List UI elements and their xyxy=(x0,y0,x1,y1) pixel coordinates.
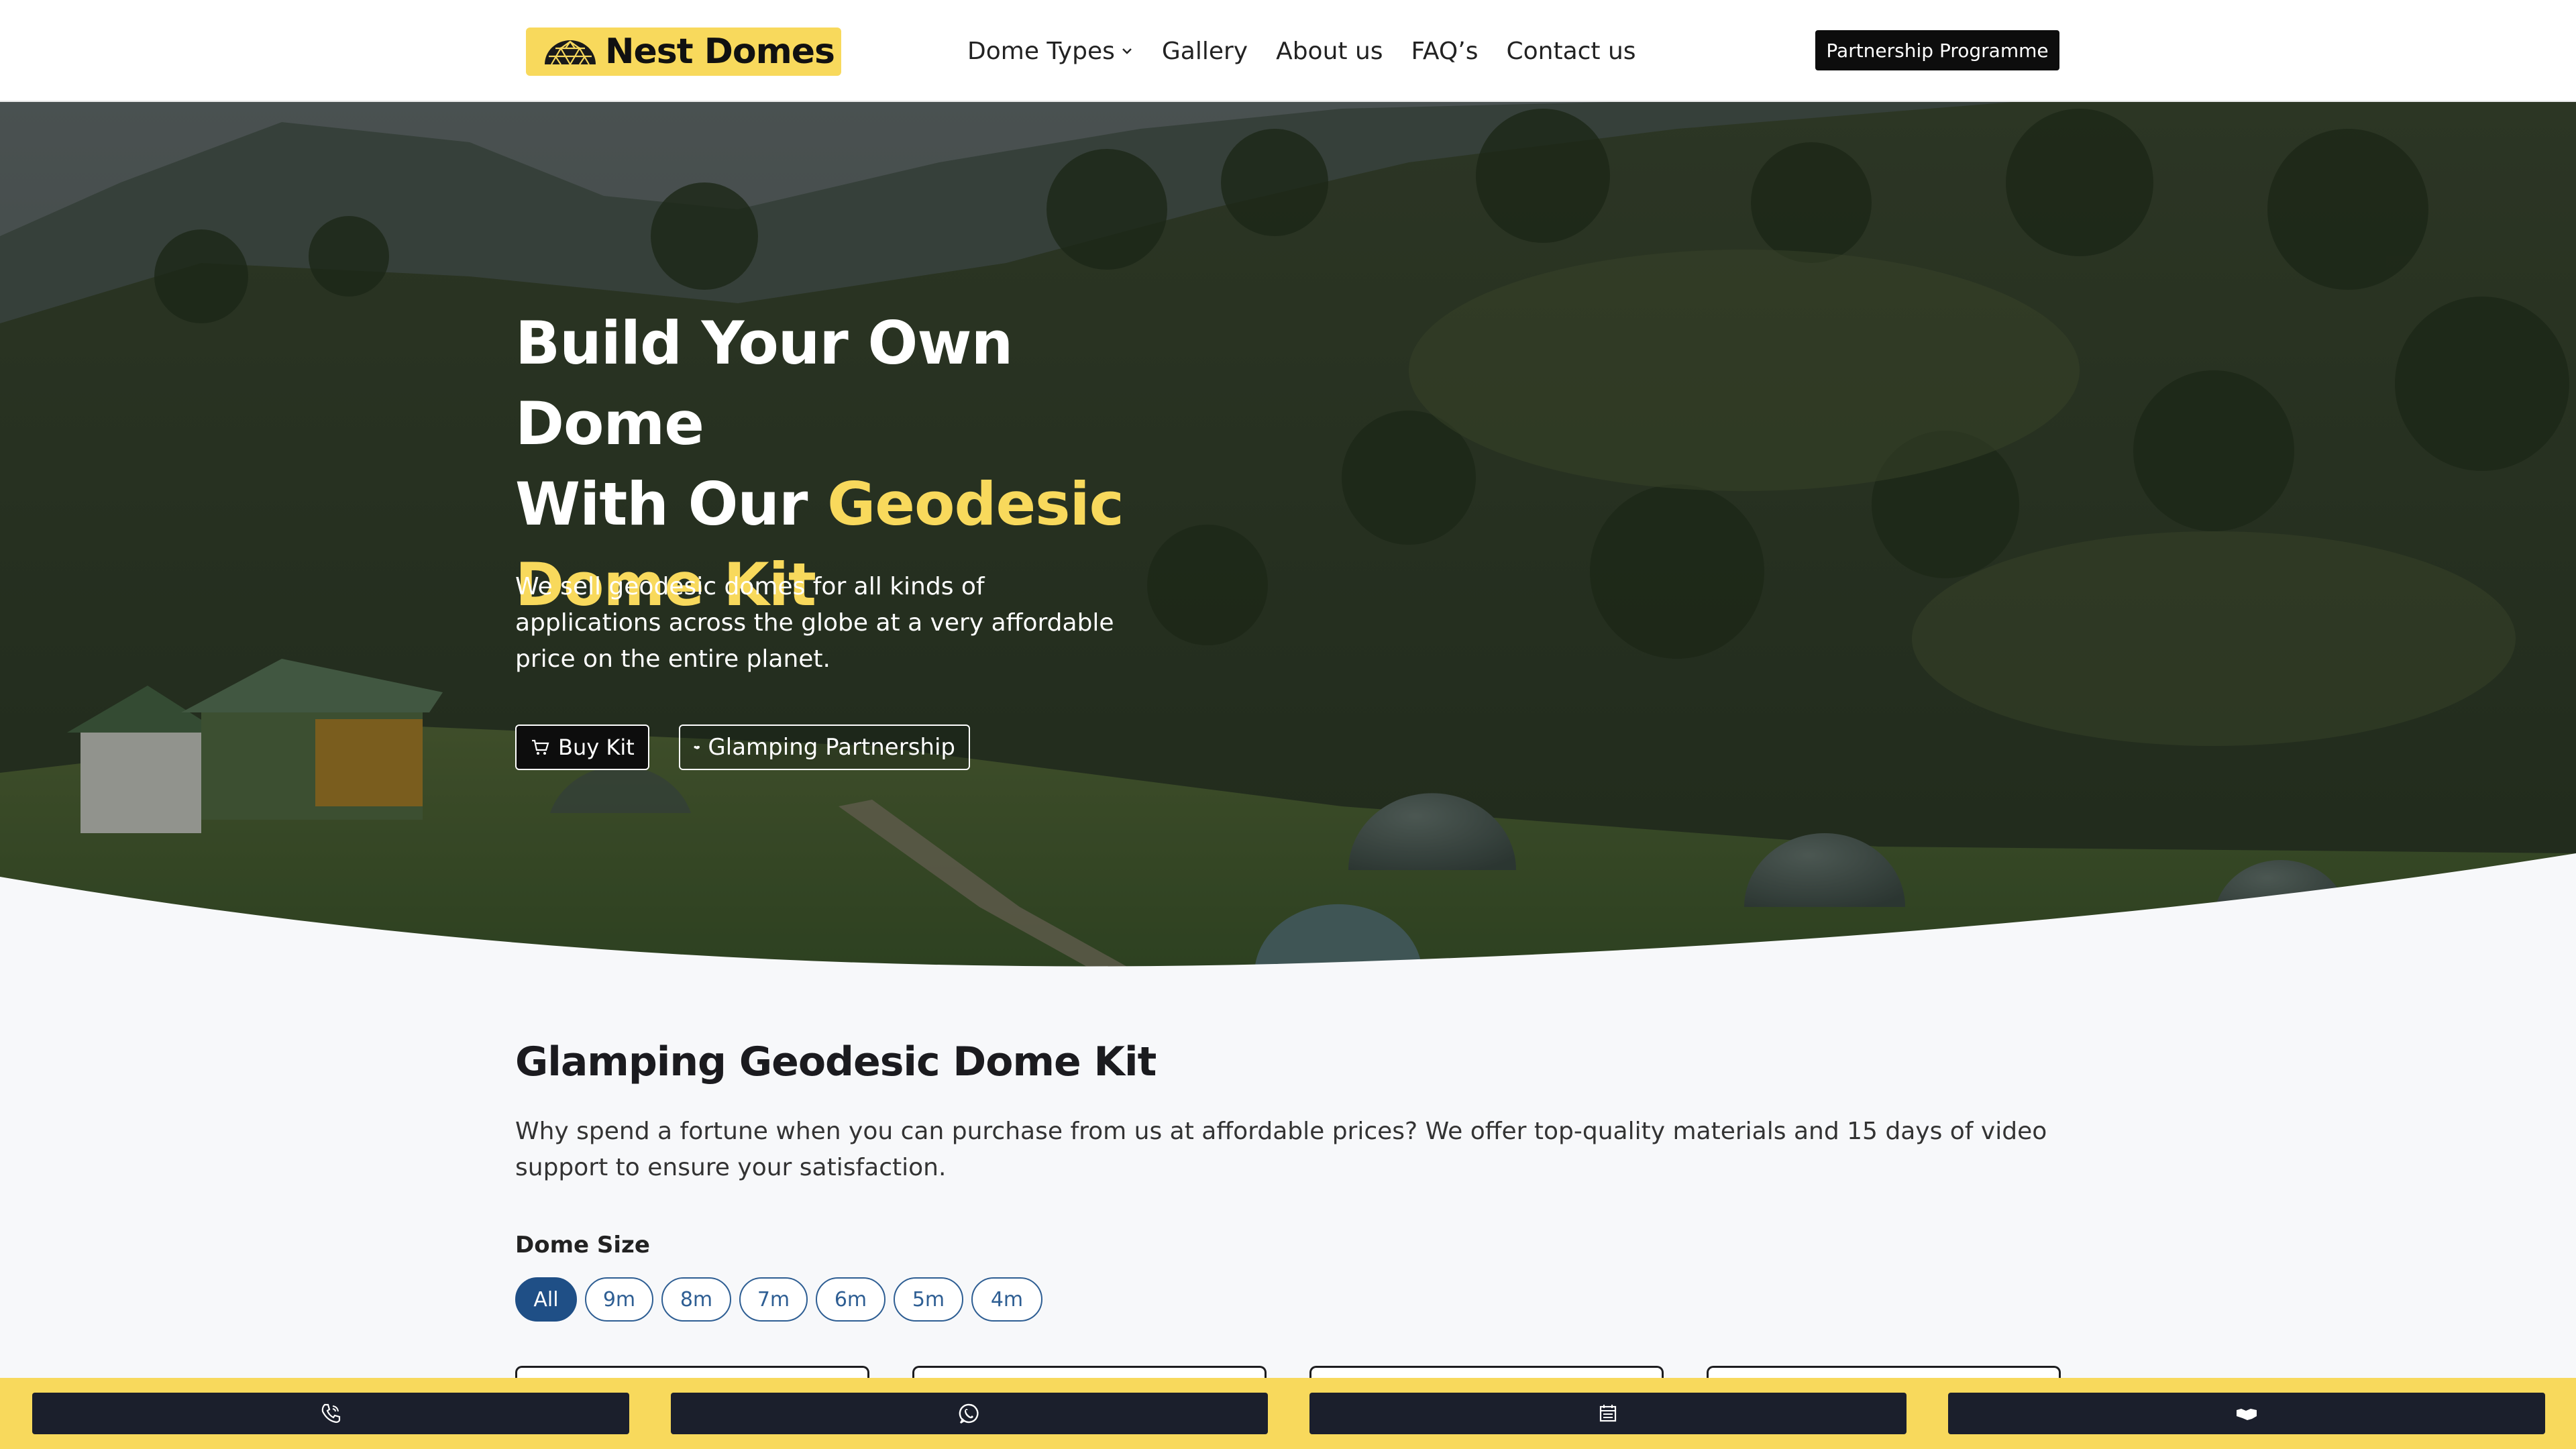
buy-kit-label: Buy Kit xyxy=(558,735,635,760)
main-nav: Dome Types Gallery About us FAQ’s Contac… xyxy=(967,32,1664,70)
filter-all[interactable]: All xyxy=(515,1277,577,1322)
nav-about-us[interactable]: About us xyxy=(1276,38,1383,65)
glamping-partnership-label: Glamping Partnership xyxy=(708,734,955,761)
filter-9m[interactable]: 9m xyxy=(585,1277,653,1322)
handshake-icon xyxy=(2237,1409,2257,1420)
hero-title-part1: Build Your Own Dome xyxy=(515,309,1013,458)
nav-dome-types[interactable]: Dome Types xyxy=(967,38,1134,65)
dome-size-label: Dome Size xyxy=(515,1232,650,1258)
cart-icon xyxy=(532,739,549,755)
section-description: Why spend a fortune when you can purchas… xyxy=(515,1118,2047,1181)
dome-logo-icon xyxy=(545,40,596,66)
logo[interactable]: Nest Domes xyxy=(526,28,841,76)
buy-kit-button[interactable]: Buy Kit xyxy=(515,724,649,770)
glamping-partnership-button[interactable]: Glamping Partnership xyxy=(679,724,970,770)
filter-6m[interactable]: 6m xyxy=(816,1277,885,1322)
logo-text: Nest Domes xyxy=(605,32,835,72)
hero-title-highlight1: Geodesic xyxy=(827,470,1124,539)
nav-dome-types-label: Dome Types xyxy=(967,37,1115,65)
schedule-button[interactable] xyxy=(1309,1393,1907,1434)
phone-icon xyxy=(321,1403,341,1424)
section-title: Glamping Geodesic Dome Kit xyxy=(515,1038,1157,1085)
nav-gallery[interactable]: Gallery xyxy=(1162,38,1248,65)
whatsapp-button[interactable] xyxy=(671,1393,1268,1434)
hero-background-image xyxy=(0,102,2576,974)
dome-size-filters: All 9m 8m 7m 6m 5m 4m xyxy=(515,1277,1051,1322)
call-button[interactable] xyxy=(32,1393,629,1434)
calendar-icon xyxy=(1599,1405,1617,1422)
handshake-icon xyxy=(694,745,700,749)
hero-section: Build Your Own Dome With Our Geodesic Do… xyxy=(0,102,2576,974)
whatsapp-icon xyxy=(959,1403,979,1424)
nav-faqs[interactable]: FAQ’s xyxy=(1411,38,1479,65)
filter-5m[interactable]: 5m xyxy=(894,1277,963,1322)
site-header: Nest Domes Dome Types Gallery About us F… xyxy=(0,0,2576,102)
filter-4m[interactable]: 4m xyxy=(971,1277,1042,1322)
nav-contact-us[interactable]: Contact us xyxy=(1506,38,1635,65)
chevron-down-icon xyxy=(1122,48,1132,54)
filter-8m[interactable]: 8m xyxy=(661,1277,731,1322)
partnership-button[interactable] xyxy=(1948,1393,2545,1434)
partnership-programme-button[interactable]: Partnership Programme xyxy=(1815,30,2059,70)
contact-bottom-bar xyxy=(0,1378,2576,1449)
hero-title-part2: With Our xyxy=(515,470,828,539)
filter-7m[interactable]: 7m xyxy=(739,1277,808,1322)
hero-description: We sell geodesic domes for all kinds of … xyxy=(515,573,1114,673)
